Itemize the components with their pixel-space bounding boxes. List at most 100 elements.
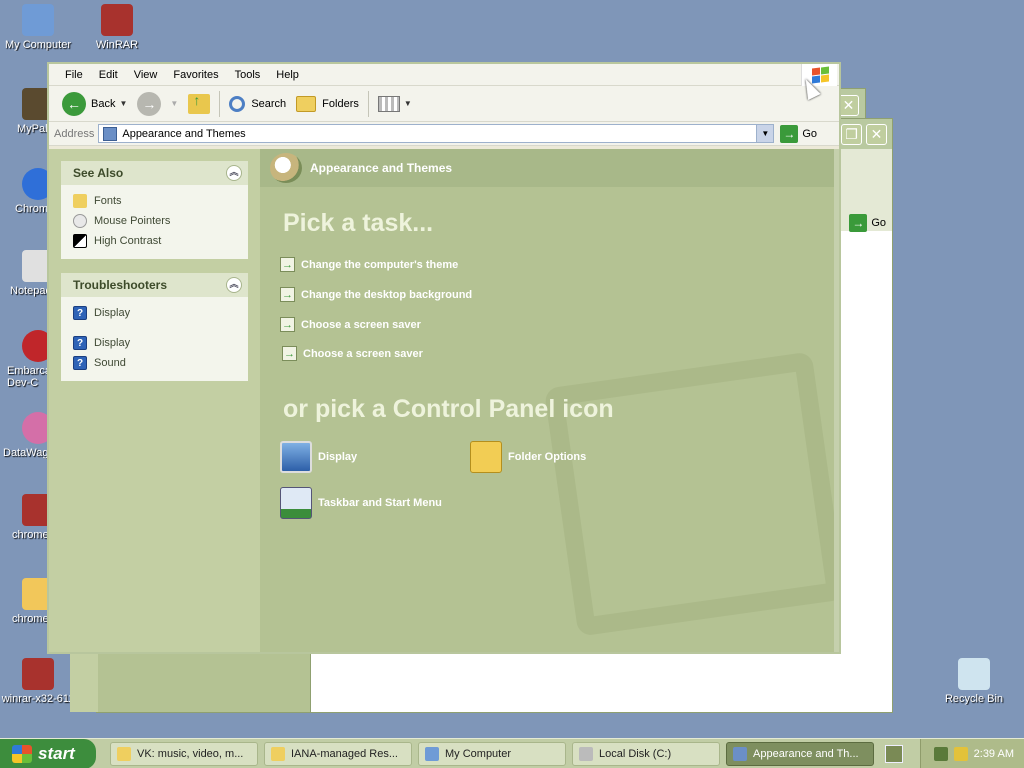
collapse-icon[interactable]: ︽ (226, 165, 242, 181)
see-also-mouse-pointers[interactable]: Mouse Pointers (73, 211, 236, 231)
go-arrow-icon: → (780, 124, 799, 143)
taskbar-item-appearance[interactable]: Appearance and Th... (726, 741, 874, 766)
chevron-down-icon[interactable]: ▼ (119, 99, 127, 108)
help-icon: ? (73, 306, 87, 320)
troubleshooter-display-2[interactable]: ? Display (73, 333, 236, 353)
menu-file[interactable]: File (57, 69, 91, 81)
address-input[interactable]: Appearance and Themes ▼ (98, 124, 775, 143)
up-folder-icon: ↑ (188, 92, 211, 114)
address-value: Appearance and Themes (122, 127, 246, 140)
task-change-background[interactable]: → Change the desktop background (280, 287, 472, 302)
see-also-high-contrast[interactable]: High Contrast (73, 231, 236, 251)
help-icon: ? (73, 336, 87, 350)
security-shield-icon[interactable] (953, 746, 968, 761)
desktop-icon-label: Chrom (15, 203, 49, 215)
fonts-folder-icon (73, 194, 87, 208)
control-panel-icon (733, 746, 747, 761)
mouse-icon (73, 214, 87, 228)
menu-edit[interactable]: Edit (91, 69, 126, 81)
background-go-button[interactable]: → Go (849, 214, 886, 232)
troubleshooter-display[interactable]: ? Display (73, 303, 236, 323)
taskbar-icon (280, 487, 312, 519)
desktop-icon-datawag[interactable]: DataWag (0, 412, 54, 459)
cp-icon-display[interactable]: Display (280, 441, 357, 473)
folder-icon (296, 95, 317, 112)
scrollbar[interactable] (834, 149, 839, 652)
desktop-icon-label: My Computer (4, 39, 72, 51)
see-also-header[interactable]: See Also ︽ (61, 161, 248, 185)
help-icon: ? (73, 356, 87, 370)
desktop-icon-embarcadero[interactable]: Embarca Dev-C (0, 330, 54, 389)
desktop-icon-chrome-rar[interactable]: chrome (0, 494, 54, 541)
high-contrast-icon (73, 234, 87, 248)
or-pick-heading: or pick a Control Panel icon (283, 395, 614, 423)
chevron-down-icon[interactable]: ▼ (170, 99, 178, 108)
taskbar-item-local-disk[interactable]: Local Disk (C:) (572, 741, 720, 766)
taskbar-item-my-computer[interactable]: My Computer (418, 741, 566, 766)
up-folder-button[interactable]: ↑ (183, 90, 215, 118)
close-icon[interactable]: ✕ (866, 124, 887, 145)
toolbar-separator (219, 90, 221, 117)
taskbar: start VK: music, video, m... IANA-manage… (0, 738, 1024, 768)
start-button[interactable]: start (0, 738, 96, 768)
task-label: Change the computer's theme (301, 258, 459, 271)
close-icon[interactable]: ✕ (838, 95, 859, 116)
menu-tools[interactable]: Tools (227, 69, 269, 81)
go-button[interactable]: → Go (780, 124, 818, 143)
maximize-icon[interactable]: ❐ (841, 124, 862, 145)
taskbar-item-vk[interactable]: VK: music, video, m... (110, 741, 258, 766)
cp-icon-folder-options[interactable]: Folder Options (470, 441, 586, 473)
forward-button[interactable]: → ▼ (132, 90, 183, 118)
network-icon[interactable] (933, 746, 948, 761)
task-screen-saver-2[interactable]: → Choose a screen saver (282, 346, 423, 361)
clock[interactable]: 2:39 AM (974, 748, 1014, 760)
see-also-fonts[interactable]: Fonts (73, 191, 236, 211)
views-button[interactable]: ▼ (373, 90, 417, 118)
troubleshooter-sound[interactable]: ? Sound (73, 353, 236, 373)
explorer-window[interactable]: File Edit View Favorites Tools Help ← Ba… (47, 62, 841, 654)
desktop-icon-chrome[interactable]: Chrom (0, 168, 54, 215)
desktop-icon-notepad[interactable]: Notepac (0, 250, 54, 297)
desktop-icon-recycle-bin[interactable]: Recycle Bin (936, 658, 1012, 705)
folder-icon (117, 746, 131, 761)
search-button[interactable]: Search (224, 90, 291, 118)
menu-bar: File Edit View Favorites Tools Help (49, 64, 839, 86)
troubleshooter-label: Display (94, 307, 131, 319)
troubleshooters-list: ? Display ? Display ? Sound (61, 297, 248, 381)
taskbar-item-label: Local Disk (C:) (599, 747, 672, 760)
cp-icon-taskbar-start[interactable]: Taskbar and Start Menu (280, 487, 442, 519)
chevron-down-icon[interactable]: ▼ (756, 125, 774, 142)
desktop-icon-label: chrome (12, 613, 49, 625)
pick-task-heading: Pick a task... (283, 209, 434, 237)
desktop-icon-label: MyPal (17, 123, 48, 135)
troubleshooters-header[interactable]: Troubleshooters ︽ (61, 273, 248, 297)
menu-help[interactable]: Help (268, 69, 307, 81)
task-label: Choose a screen saver (301, 318, 421, 331)
desktop-icon-label: winrar-x32-611 (1, 693, 75, 705)
taskbar-item-iana[interactable]: IANA-managed Res... (264, 741, 412, 766)
folder-icon (271, 746, 285, 761)
task-change-theme[interactable]: → Change the computer's theme (280, 257, 458, 272)
task-screen-saver[interactable]: → Choose a screen saver (280, 317, 421, 332)
chevron-down-icon[interactable]: ▼ (404, 99, 412, 108)
toolbar: ← Back ▼ → ▼ ↑ Search Folders ▼ (49, 86, 839, 122)
desktop-icon-winrar-installer[interactable]: winrar-x32-611 (0, 658, 76, 705)
menu-view[interactable]: View (126, 69, 166, 81)
category-header: Appearance and Themes (260, 149, 839, 187)
taskbar-item-label: My Computer (445, 747, 512, 760)
folders-button[interactable]: Folders (291, 90, 364, 118)
desktop-icon-my-computer[interactable]: My Computer (0, 4, 76, 51)
collapse-icon[interactable]: ︽ (226, 277, 242, 293)
desktop-icon-winrar[interactable]: WinRAR (79, 4, 155, 51)
background-window-pane (70, 650, 310, 712)
show-desktop-icon[interactable] (885, 744, 903, 763)
see-also-item-label: Fonts (94, 195, 122, 207)
desktop-icon-chrome-folder[interactable]: chrome (0, 578, 54, 625)
desktop-icon-mypal[interactable]: MyPal (0, 88, 54, 135)
go-label: Go (802, 127, 818, 140)
menu-favorites[interactable]: Favorites (165, 69, 226, 81)
taskbar-item-label: IANA-managed Res... (291, 747, 398, 760)
search-label: Search (251, 97, 287, 110)
back-arrow-icon: ← (62, 91, 86, 116)
back-button[interactable]: ← Back ▼ (57, 90, 132, 118)
